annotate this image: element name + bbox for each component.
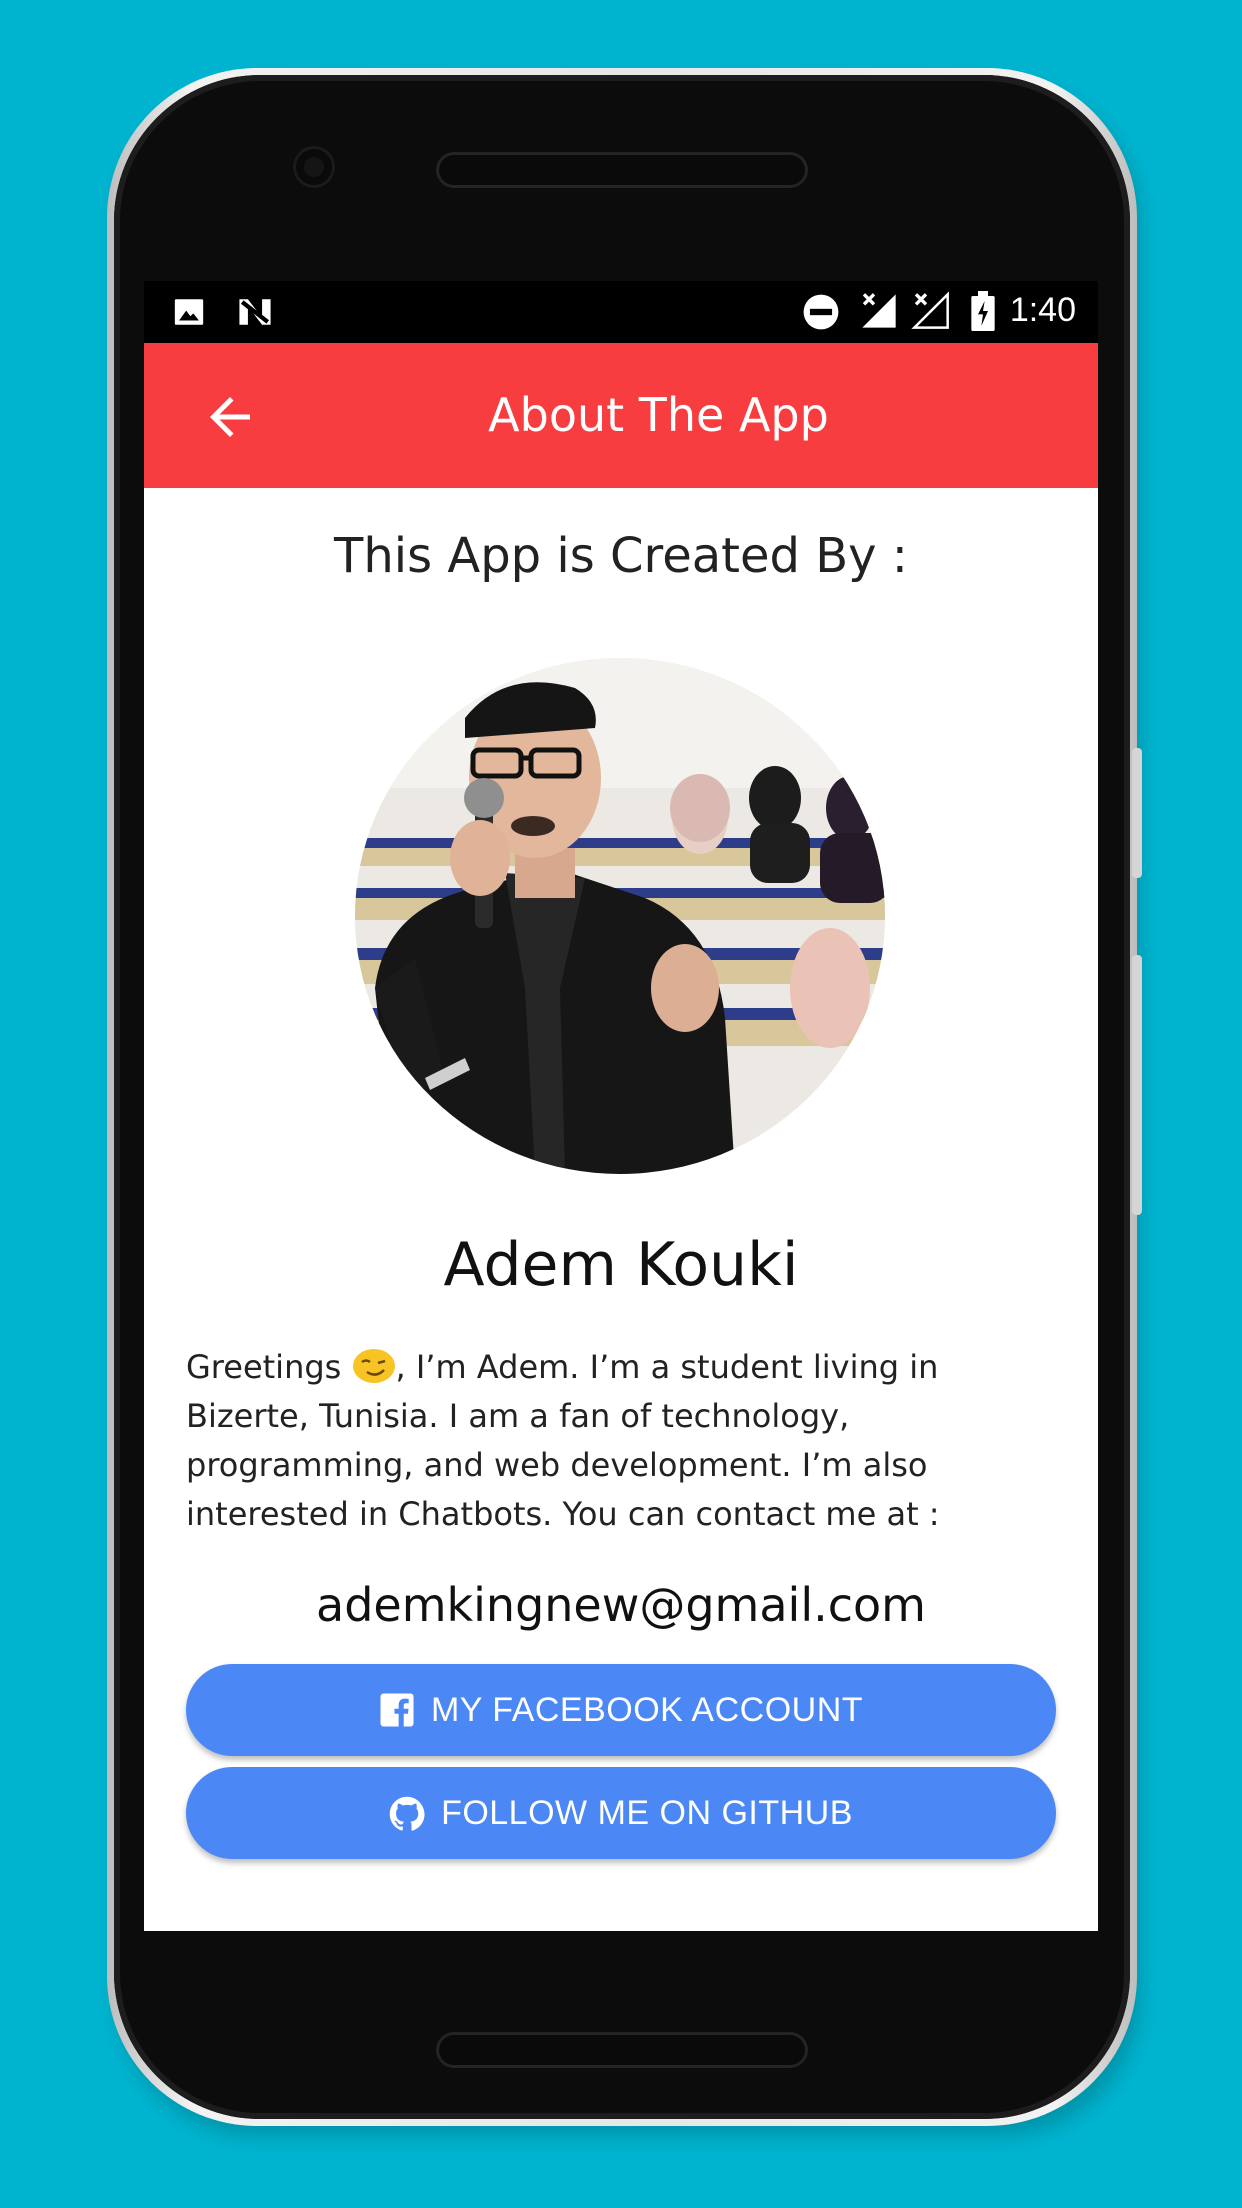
facebook-button[interactable]: MY FACEBOOK ACCOUNT [186,1664,1056,1756]
avatar [355,658,885,1174]
github-button-label: FOLLOW ME ON GITHUB [441,1793,853,1832]
image-icon [172,295,206,333]
battery-charging-icon [970,291,996,335]
github-icon [389,1795,425,1831]
front-camera [296,149,332,185]
signal-off-icon [910,291,952,335]
n-icon [236,295,274,333]
status-bar: 1:40 [144,281,1098,343]
screen: 1:40 About The App This App is Created B… [144,281,1098,1931]
facebook-button-label: MY FACEBOOK ACCOUNT [430,1690,864,1729]
top-speaker [436,152,808,188]
do-not-disturb-icon [802,293,840,335]
author-name: Adem Kouki [443,1230,799,1300]
facebook-icon [379,1692,415,1728]
app-bar: About The App [144,343,1098,488]
bio-greeting: Greetings [186,1348,352,1386]
power-button [1132,748,1142,878]
volume-button [1132,955,1142,1215]
contact-email: ademkingnew@gmail.com [316,1578,926,1632]
github-button[interactable]: FOLLOW ME ON GITHUB [186,1767,1056,1859]
created-by-label: This App is Created By : [334,528,908,584]
signal-off-icon [858,291,900,335]
author-bio: Greetings , I’m Adem. I’m a student livi… [186,1343,1066,1539]
wink-emoji-icon [352,1348,396,1384]
page-title: About The App [488,388,829,442]
status-time: 1:40 [1009,291,1076,329]
about-content: This App is Created By : Adem Kouki Gree… [144,488,1098,1931]
bottom-speaker [436,2032,808,2068]
